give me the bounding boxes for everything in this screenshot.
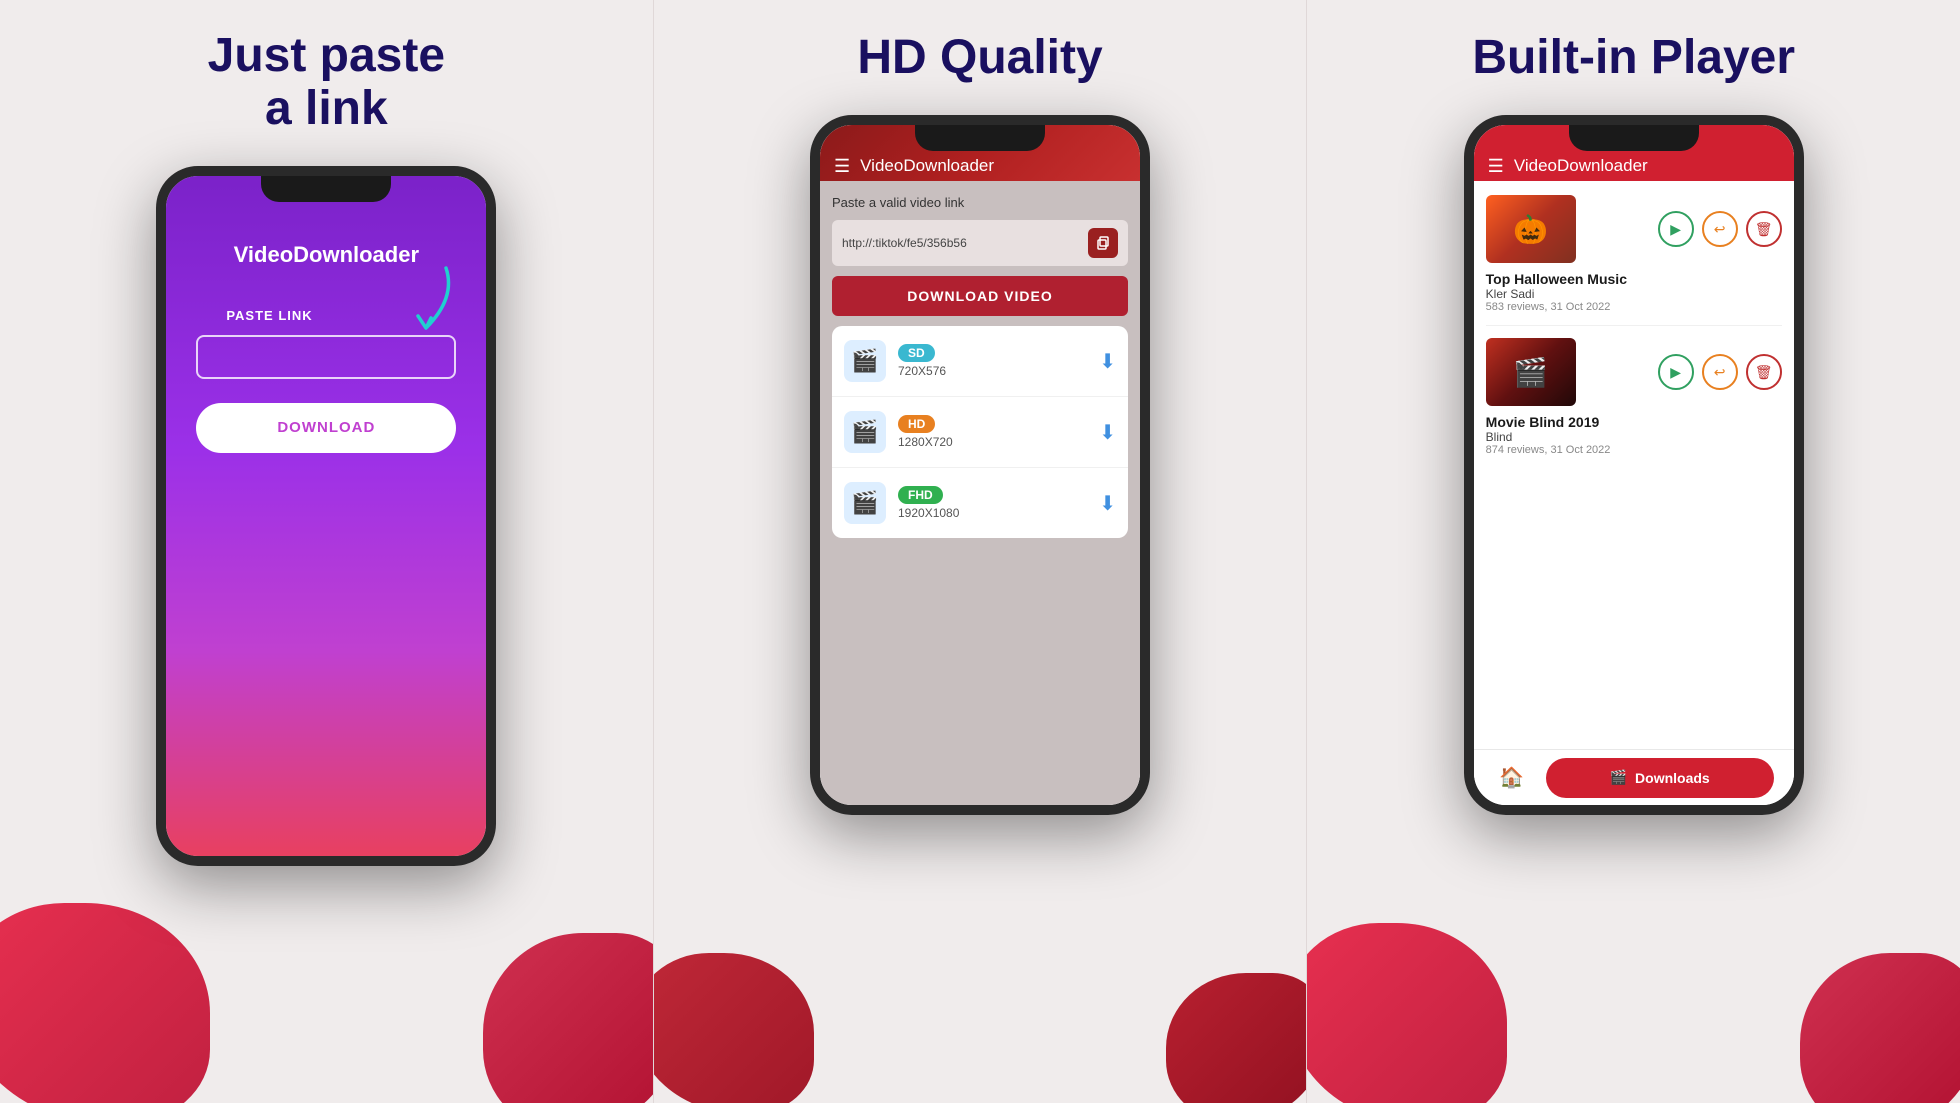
phone-2-app-title: VideoDownloader [860, 156, 994, 176]
video-title-2: Movie Blind 2019 [1486, 414, 1782, 430]
paste-label-2: Paste a valid video link [832, 195, 1128, 210]
phone-1: VideoDownloader PASTE LINK DOWNLOAD [156, 166, 496, 866]
film-icon-fhd: 🎬 [844, 482, 886, 524]
video-thumb-2: 🎬 [1486, 338, 1576, 406]
phone-2-notch [915, 125, 1045, 151]
phone-3-notch [1569, 125, 1699, 151]
video-meta-1: 583 reviews, 31 Oct 2022 [1486, 301, 1782, 313]
phone-3: ☰ VideoDownloader 🎃 ▶ ↩ 🗑 [1464, 115, 1804, 815]
delete-button-1[interactable]: 🗑 [1746, 211, 1782, 247]
download-arrow-fhd[interactable]: ⬇ [1099, 491, 1116, 516]
downloads-button[interactable]: 🎬 Downloads [1546, 758, 1774, 798]
decoration-blob-left [0, 903, 210, 1103]
hamburger-icon[interactable]: ☰ [834, 156, 850, 177]
decoration-blob-right-3 [1800, 953, 1960, 1103]
video-actions-2: ▶ ↩ 🗑 [1586, 354, 1782, 390]
panel-1-title: Just pastea link [208, 30, 445, 136]
badge-fhd: FHD [898, 486, 943, 504]
quality-item-sd[interactable]: 🎬 SD 720X576 ⬇ [832, 326, 1128, 397]
phone-2-content: Paste a valid video link http://:tiktok/… [820, 181, 1140, 805]
video-meta-2: 874 reviews, 31 Oct 2022 [1486, 444, 1782, 456]
phone-3-body: ☰ VideoDownloader 🎃 ▶ ↩ 🗑 [1474, 125, 1794, 805]
video-subtitle-1: Kler Sadi [1486, 287, 1782, 301]
downloads-label: Downloads [1635, 770, 1710, 786]
download-video-button[interactable]: DOWNLOAD VIDEO [832, 276, 1128, 316]
video-thumb-1: 🎃 [1486, 195, 1576, 263]
resolution-hd: 1280X720 [898, 435, 1087, 449]
video-item-2-top: 🎬 ▶ ↩ 🗑 [1486, 338, 1782, 406]
panel-2-title: HD Quality [857, 30, 1102, 85]
decoration-blob-left-3 [1307, 923, 1507, 1103]
phone-1-notch [261, 176, 391, 202]
phone-3-content: 🎃 ▶ ↩ 🗑 Top Halloween Music Kler Sadi 58… [1474, 181, 1794, 749]
video-item-2: 🎬 ▶ ↩ 🗑 Movie Blind 2019 Blind 874 revie… [1486, 338, 1782, 468]
share-button-2[interactable]: ↩ [1702, 354, 1738, 390]
play-button-2[interactable]: ▶ [1658, 354, 1694, 390]
decoration-blob-center-right [1166, 973, 1307, 1103]
video-item-1: 🎃 ▶ ↩ 🗑 Top Halloween Music Kler Sadi 58… [1486, 195, 1782, 326]
film-icon-sd: 🎬 [844, 340, 886, 382]
video-subtitle-2: Blind [1486, 430, 1782, 444]
url-input-row[interactable]: http://:tiktok/fe5/356b56 [832, 220, 1128, 266]
panel-builtin-player: Built-in Player ☰ VideoDownloader 🎃 ▶ [1307, 0, 1960, 1103]
video-item-1-top: 🎃 ▶ ↩ 🗑 [1486, 195, 1782, 263]
arrow-decoration [376, 258, 466, 348]
download-arrow-sd[interactable]: ⬇ [1099, 349, 1116, 374]
quality-info-hd: HD 1280X720 [898, 415, 1087, 449]
badge-sd: SD [898, 344, 935, 362]
download-button-1[interactable]: DOWNLOAD [196, 403, 456, 453]
thumb-blind: 🎬 [1486, 338, 1576, 406]
panel-hd-quality: HD Quality ☰ VideoDownloader Paste a val… [653, 0, 1308, 1103]
quality-list: 🎬 SD 720X576 ⬇ 🎬 HD 1280X720 [832, 326, 1128, 538]
decoration-blob-right [483, 933, 653, 1103]
resolution-fhd: 1920X1080 [898, 506, 1087, 520]
panel-3-title: Built-in Player [1472, 30, 1795, 85]
phone-3-app-title: VideoDownloader [1514, 156, 1648, 176]
quality-item-fhd[interactable]: 🎬 FHD 1920X1080 ⬇ [832, 468, 1128, 538]
decoration-blob-center-left [653, 953, 814, 1103]
delete-button-2[interactable]: 🗑 [1746, 354, 1782, 390]
video-actions-1: ▶ ↩ 🗑 [1586, 211, 1782, 247]
thumb-halloween: 🎃 [1486, 195, 1576, 263]
quality-info-sd: SD 720X576 [898, 344, 1087, 378]
quality-item-hd[interactable]: 🎬 HD 1280X720 ⬇ [832, 397, 1128, 468]
hamburger-icon-3[interactable]: ☰ [1488, 156, 1504, 177]
resolution-sd: 720X576 [898, 364, 1087, 378]
play-button-1[interactable]: ▶ [1658, 211, 1694, 247]
phone-2: ☰ VideoDownloader Paste a valid video li… [810, 115, 1150, 815]
downloads-icon: 🎬 [1610, 769, 1627, 786]
home-button[interactable]: 🏠 [1494, 760, 1530, 796]
phone-3-nav: 🏠 🎬 Downloads [1474, 749, 1794, 805]
badge-hd: HD [898, 415, 935, 433]
download-arrow-hd[interactable]: ⬇ [1099, 420, 1116, 445]
url-text: http://:tiktok/fe5/356b56 [842, 236, 1080, 250]
video-title-1: Top Halloween Music [1486, 271, 1782, 287]
quality-info-fhd: FHD 1920X1080 [898, 486, 1087, 520]
phone-2-body: ☰ VideoDownloader Paste a valid video li… [820, 125, 1140, 805]
panel-paste-link: Just pastea link VideoDownloader PASTE L… [0, 0, 653, 1103]
film-icon-hd: 🎬 [844, 411, 886, 453]
copy-button[interactable] [1088, 228, 1118, 258]
phone-1-body: VideoDownloader PASTE LINK DOWNLOAD [166, 176, 486, 856]
share-button-1[interactable]: ↩ [1702, 211, 1738, 247]
